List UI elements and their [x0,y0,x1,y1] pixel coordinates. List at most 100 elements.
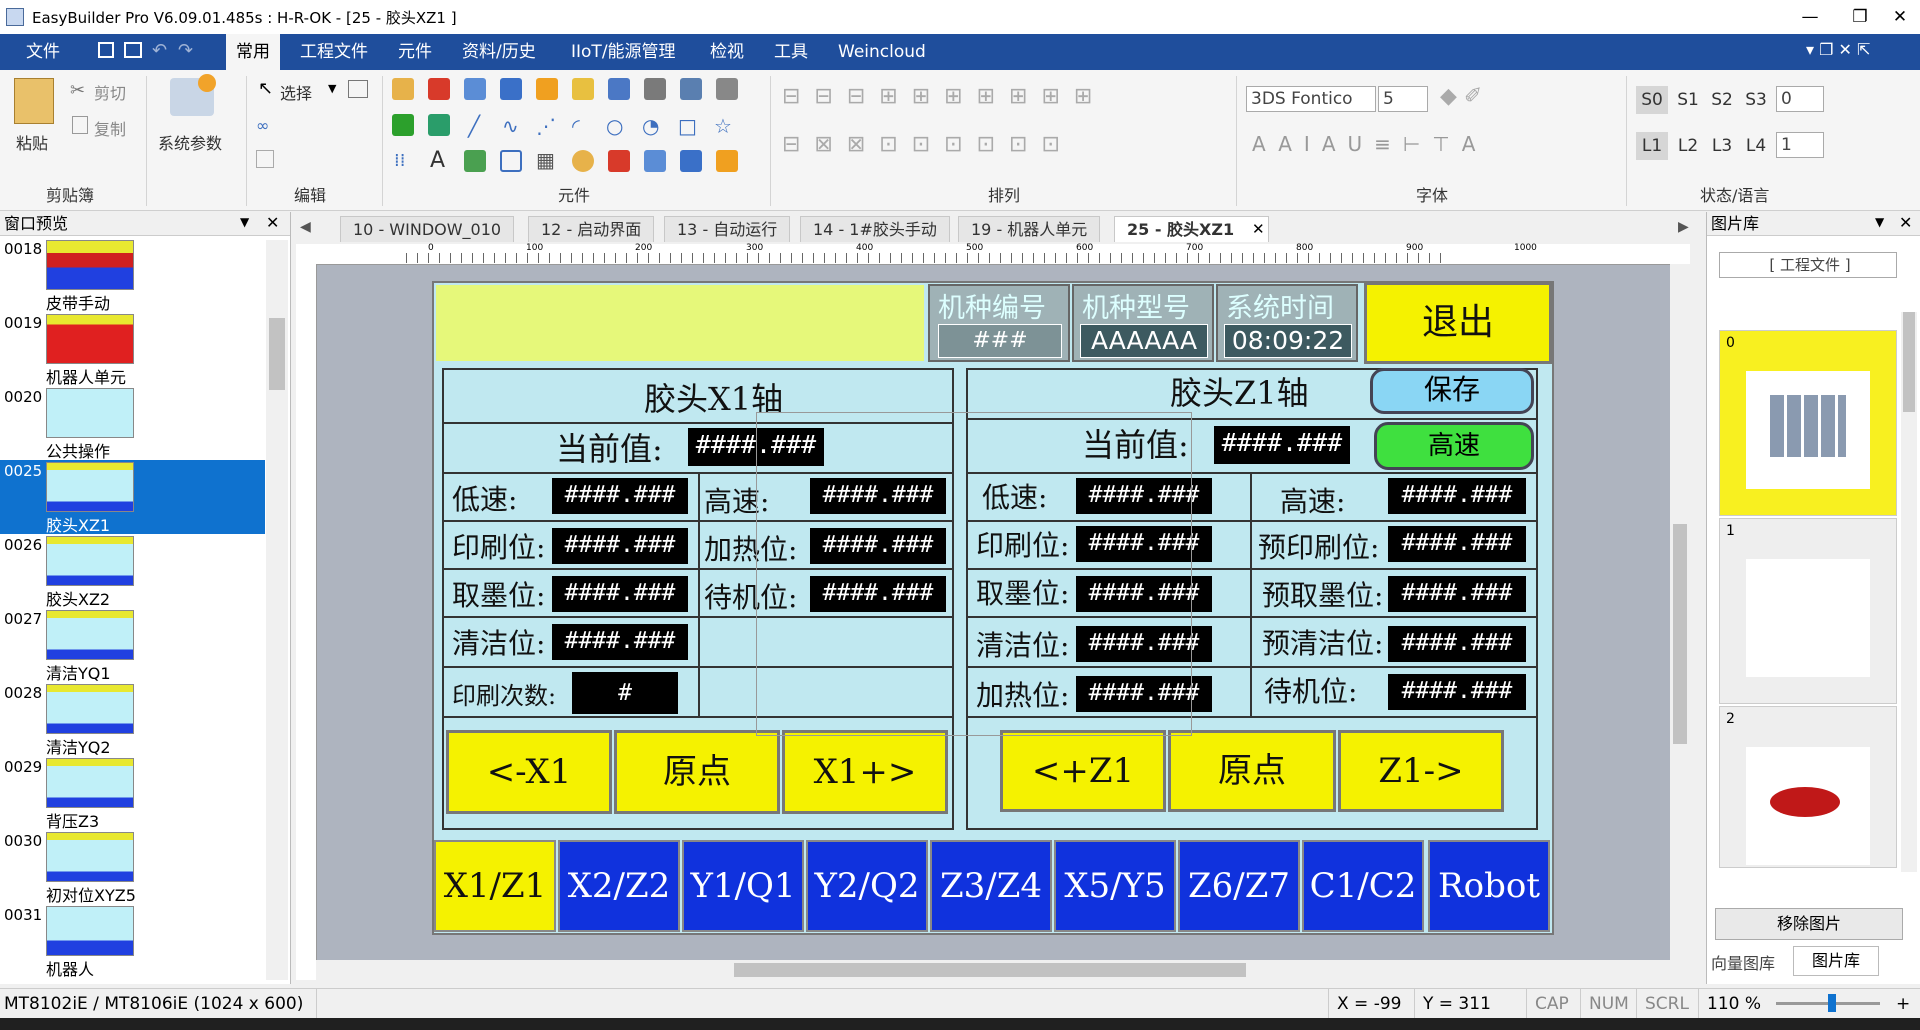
list-item[interactable]: 0029 背压Z3 [0,756,265,831]
scrollbar[interactable] [1901,312,1917,872]
font-size-select[interactable]: 5 [1378,86,1428,112]
z1-pre-ink-value[interactable]: ####.### [1388,576,1526,612]
list-item[interactable]: 0027 清洁YQ1 [0,608,265,683]
picture-item-2[interactable]: 2 [1719,706,1897,868]
tab-home[interactable]: 常用 [226,34,280,70]
polyline-icon[interactable]: ∿ [502,114,519,138]
z1-pre-print-value[interactable]: ####.### [1388,526,1526,562]
z1-jog-minus-button[interactable]: Z1-> [1338,730,1504,812]
x1-ink-pos-value[interactable]: ####.### [552,576,688,612]
window-button-icon[interactable] [608,78,630,100]
copy-icon[interactable] [72,116,88,134]
axis-tab-robot[interactable]: Robot [1428,840,1550,932]
library-source-select[interactable]: [ 工程文件 ] [1719,252,1897,278]
redo-icon[interactable]: ↷ [178,40,193,61]
copy-label[interactable]: 复制 [94,116,126,140]
z1-home-button[interactable]: 原点 [1168,730,1336,812]
panel-close-icon[interactable]: ✕ [266,213,279,232]
scrollbar-thumb[interactable] [269,318,285,390]
text-icon[interactable]: A [430,148,445,173]
state-value-input[interactable]: 0 [1776,86,1824,112]
rectangle-icon[interactable]: □ [678,114,697,138]
word-lamp-icon[interactable] [572,78,594,100]
circle-icon[interactable]: ○ [606,114,623,138]
star-icon[interactable]: ☆ [714,114,732,138]
picture-icon[interactable] [464,150,486,172]
x1-print-pos-value[interactable]: ####.### [552,528,688,564]
align-icons[interactable]: ⊟⊟⊟⊞⊞⊞⊞⊞⊞⊞ [782,84,1106,109]
window-icon[interactable] [348,80,368,98]
doc-tab[interactable]: 10 - WINDOW_010 [340,216,515,242]
multi-state-icon[interactable] [428,78,450,100]
chevron-down-icon[interactable]: ▼ [328,82,336,95]
multi-lamp-icon[interactable] [608,150,630,172]
table-icon[interactable] [716,78,738,100]
tab-weincloud[interactable]: Weincloud [838,34,926,70]
z1-current-value[interactable]: ####.### [1214,426,1350,464]
tab-tools[interactable]: 工具 [774,34,808,70]
doc-tab[interactable]: 14 - 1#胶头手动 [800,216,950,242]
select-cursor-icon[interactable]: ↖ [258,78,273,99]
list-item[interactable]: 0019 机器人单元 [0,312,265,387]
axis-tab-x1z1[interactable]: X1/Z1 [434,840,556,932]
fill-icon[interactable]: ◆ ✐ [1440,84,1482,109]
state-s0-button[interactable]: S0 [1636,86,1668,114]
x1-low-speed-value[interactable]: ####.### [552,478,688,514]
remove-picture-button[interactable]: 移除图片 [1715,908,1903,940]
lang-l4-button[interactable]: L4 [1740,132,1772,160]
axis-tab-y1q1[interactable]: Y1/Q1 [682,840,804,932]
z1-standby-value[interactable]: ####.### [1388,674,1526,710]
numeric-icon[interactable] [464,78,486,100]
tab-data-history[interactable]: 资料/历史 [462,34,536,70]
pie-icon[interactable]: ◔ [642,114,659,138]
slider-icon[interactable] [644,78,666,100]
tab-scroll-right-icon[interactable]: ▶ [1678,219,1689,235]
panel-close-icon[interactable]: ✕ [1899,213,1912,232]
horizontal-scrollbar[interactable] [316,960,1690,980]
toggle-icon[interactable] [716,150,738,172]
text-display-icon[interactable] [392,114,414,136]
z1-high-speed-button[interactable]: 高速 [1374,422,1534,470]
picture-library-tab[interactable]: 图片库 [1793,946,1879,976]
node-icon[interactable]: ⋰ [536,114,556,138]
list-item[interactable]: 0028 清洁YQ2 [0,682,265,757]
export-icon[interactable] [124,42,142,58]
z1-jog-plus-button[interactable]: <+Z1 [1000,730,1166,812]
list-item[interactable]: 0030 初对位XYZ5 [0,830,265,905]
axis-tab-c1c2[interactable]: C1/C2 [1302,840,1424,932]
bit-lamp-icon[interactable] [392,78,414,100]
doc-tab[interactable]: 12 - 启动界面 [528,216,655,242]
select-label[interactable]: 选择 [280,80,312,104]
numeric-input-icon[interactable] [500,78,522,100]
z1-high-speed-value[interactable]: ####.### [1388,478,1526,514]
scale-icon[interactable]: ⁞⁞ [394,150,405,171]
x1-home-button[interactable]: 原点 [614,730,780,814]
line-icon[interactable]: ╱ [468,114,480,138]
paste-label[interactable]: 粘贴 [16,130,48,154]
tab-scroll-left-icon[interactable]: ◀ [300,219,311,235]
lang-l3-button[interactable]: L3 [1706,132,1738,160]
x1-clean-pos-value[interactable]: ####.### [552,624,688,660]
vector-library-tab[interactable]: 向量图库 [1711,950,1775,974]
lang-value-input[interactable]: 1 [1776,132,1824,158]
picture-item-1[interactable]: 1 [1719,518,1897,704]
duplicate-icon[interactable] [256,150,274,168]
save-icon[interactable] [98,42,114,58]
axis-tab-z6z7[interactable]: Z6/Z7 [1178,840,1300,932]
scrollbar-thumb[interactable] [1903,312,1915,412]
picture-item-0[interactable]: 0 [1719,330,1897,516]
paste-icon[interactable] [14,78,54,124]
keypad-icon[interactable] [644,150,666,172]
tab-file[interactable]: 文件 [26,34,60,70]
scrollbar-thumb[interactable] [1673,524,1687,744]
list-item[interactable]: 0026 胶头XZ2 [0,534,265,609]
zoom-slider[interactable] [1776,994,1880,1012]
vertical-scrollbar[interactable] [1670,264,1690,960]
x1-print-count-value[interactable]: # [572,672,678,714]
system-params-label[interactable]: 系统参数 [158,130,222,154]
zoom-slider-handle[interactable] [1828,994,1836,1012]
set-bit-icon[interactable] [536,78,558,100]
axis-tab-z3z4[interactable]: Z3/Z4 [930,840,1052,932]
ascii-icon[interactable] [428,114,450,136]
group-icon[interactable]: ∞ [256,116,269,135]
